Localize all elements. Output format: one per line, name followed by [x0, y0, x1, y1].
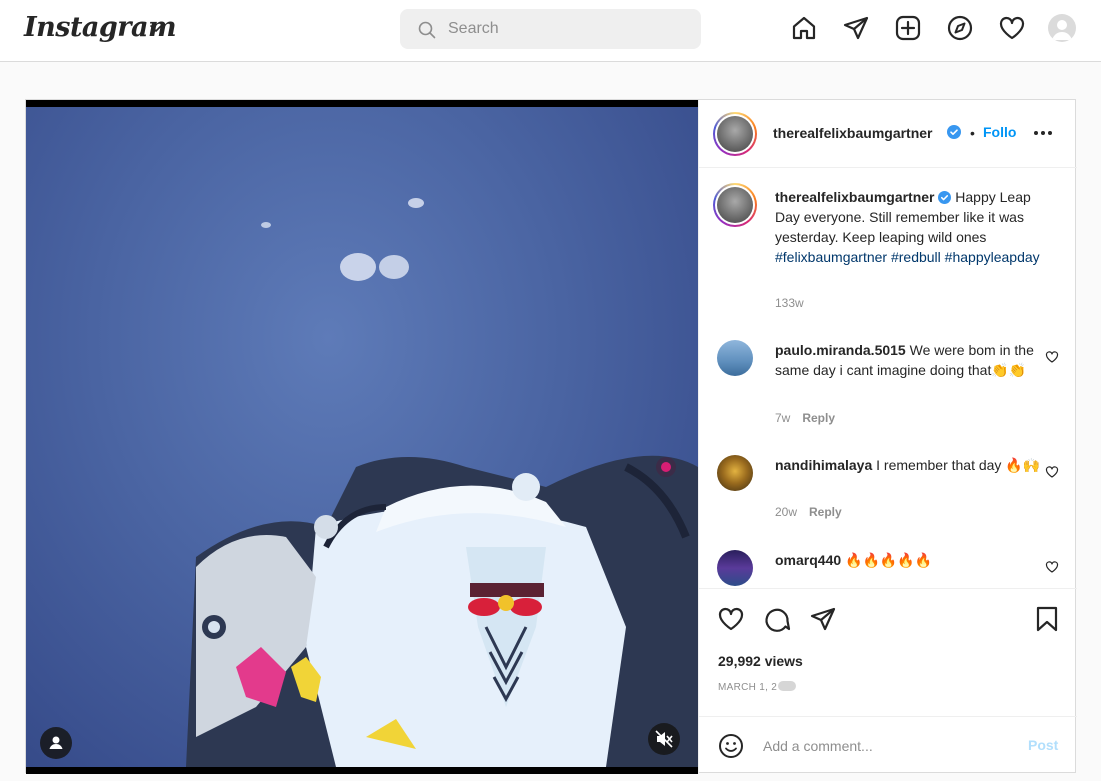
- date-redaction-blur: [778, 681, 797, 691]
- post-date-text: MARCH 1, 2: [718, 682, 778, 693]
- top-bar: Instagram: [0, 0, 1101, 62]
- user-silhouette-icon: [1052, 20, 1072, 40]
- video-frame[interactable]: [26, 107, 698, 767]
- commenter-avatar[interactable]: [717, 340, 753, 376]
- like-comment-heart-icon[interactable]: [1045, 465, 1059, 479]
- hashtag-link[interactable]: #happyleapday: [945, 249, 1040, 265]
- follow-button[interactable]: Follo: [983, 124, 1016, 140]
- direct-message-icon[interactable]: [842, 14, 870, 42]
- post-card: therealfelixbaumgartner • Follo therealf…: [25, 99, 1077, 774]
- emoji-picker-icon[interactable]: [718, 733, 744, 759]
- activity-heart-icon[interactable]: [998, 14, 1026, 42]
- comment-text: I remember that day 🔥🙌: [876, 457, 1041, 473]
- comment-meta: 7w Reply: [775, 411, 835, 425]
- comment-username[interactable]: nandihimalaya: [775, 457, 872, 473]
- post-comment-button[interactable]: Post: [1028, 737, 1058, 753]
- like-comment-heart-icon[interactable]: [1045, 350, 1059, 364]
- new-post-icon[interactable]: [894, 14, 922, 42]
- comment: nandihimalaya I remember that day 🔥🙌: [775, 455, 1043, 475]
- comment-input[interactable]: [763, 735, 1013, 757]
- search-icon: [418, 21, 436, 39]
- author-username[interactable]: therealfelixbaumgartner: [773, 125, 933, 141]
- post-header: therealfelixbaumgartner • Follo: [699, 100, 1077, 168]
- view-count[interactable]: 29,992 views: [718, 653, 803, 669]
- search-box[interactable]: [400, 9, 701, 49]
- commenter-avatar[interactable]: [717, 550, 753, 586]
- comment-username[interactable]: paulo.miranda.5015: [775, 342, 906, 358]
- comment-bubble-icon[interactable]: [763, 605, 791, 633]
- separator-dot: •: [970, 125, 975, 141]
- verified-badge-icon: [947, 125, 961, 139]
- verified-badge-icon: [938, 191, 952, 204]
- comment-username[interactable]: omarq440: [775, 552, 841, 568]
- caption-username[interactable]: therealfelixbaumgartner: [775, 189, 935, 205]
- caption: therealfelixbaumgartner Happy Leap Day e…: [775, 187, 1043, 267]
- caption-timestamp: 133w: [775, 296, 804, 310]
- space-capsule-illustration: [186, 198, 698, 767]
- post-date: MARCH 1, 2: [718, 681, 797, 693]
- search-input[interactable]: [448, 17, 688, 41]
- user-tag-icon: [49, 736, 63, 749]
- comment-time: 7w: [775, 411, 791, 425]
- hashtag-link[interactable]: #redbull: [891, 249, 941, 265]
- add-comment-bar: Post: [699, 716, 1077, 774]
- mute-toggle-button[interactable]: [648, 723, 680, 755]
- comment: omarq440 🔥🔥🔥🔥🔥: [775, 550, 1043, 570]
- chevron-down-icon[interactable]: [148, 20, 164, 36]
- home-icon[interactable]: [790, 14, 818, 42]
- reply-button[interactable]: Reply: [802, 411, 835, 425]
- comment-meta: 20w Reply: [775, 505, 842, 519]
- commenter-avatar[interactable]: [717, 455, 753, 491]
- share-paper-plane-icon[interactable]: [809, 605, 837, 633]
- like-heart-icon[interactable]: [717, 605, 745, 633]
- comment-time: 20w: [775, 505, 798, 519]
- explore-compass-icon[interactable]: [946, 14, 974, 42]
- caption-author-avatar[interactable]: [713, 183, 757, 227]
- hashtag-link[interactable]: #felixbaumgartner: [775, 249, 887, 265]
- speaker-muted-icon: [655, 730, 673, 748]
- reply-button[interactable]: Reply: [809, 505, 842, 519]
- post-actions: 29,992 views MARCH 1, 2: [699, 588, 1077, 716]
- more-options-icon[interactable]: [1033, 130, 1053, 136]
- comment-text: 🔥🔥🔥🔥🔥: [845, 552, 933, 568]
- comments-list[interactable]: therealfelixbaumgartner Happy Leap Day e…: [699, 169, 1077, 588]
- save-bookmark-icon[interactable]: [1033, 605, 1061, 633]
- author-avatar[interactable]: [713, 112, 757, 156]
- comment: paulo.miranda.5015 We were bom in the sa…: [775, 340, 1043, 380]
- like-comment-heart-icon[interactable]: [1045, 560, 1059, 574]
- tagged-users-button[interactable]: [40, 727, 72, 759]
- profile-avatar[interactable]: [1048, 14, 1076, 42]
- post-sidebar: therealfelixbaumgartner • Follo therealf…: [698, 100, 1077, 774]
- post-media[interactable]: [26, 100, 698, 774]
